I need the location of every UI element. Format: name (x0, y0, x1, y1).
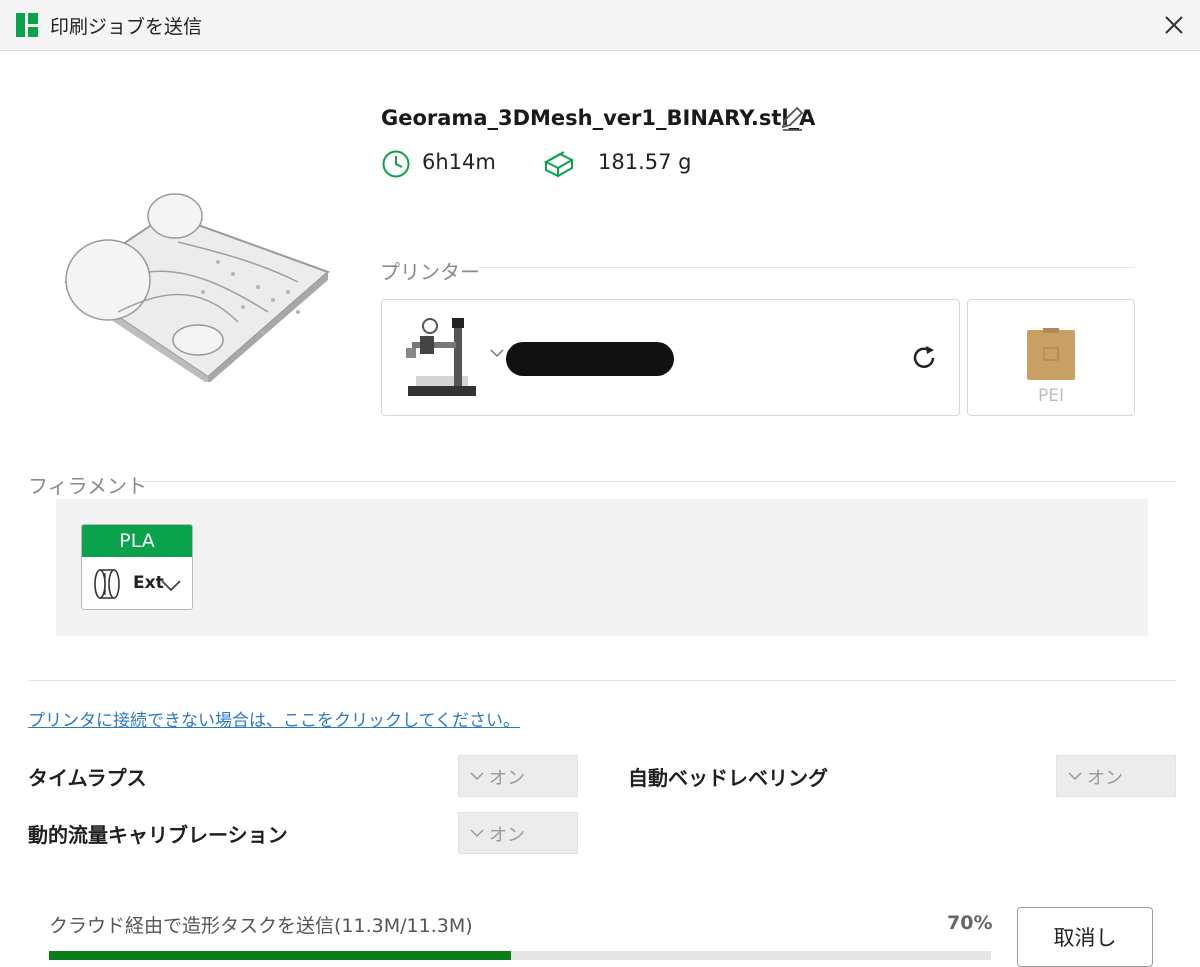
file-name: Georama_3DMesh_ver1_BINARY.stl_A (381, 106, 816, 130)
clock-icon (382, 150, 410, 178)
flow-calibration-value: オン (489, 825, 525, 846)
redacted-printer-name (506, 342, 674, 376)
filament-divider (136, 481, 1176, 482)
build-plate-selector[interactable]: PEI (967, 299, 1135, 416)
flow-calibration-dropdown[interactable]: オン (458, 812, 578, 854)
spool-icon (94, 569, 120, 599)
title-bar: 印刷ジョブを送信 (0, 0, 1200, 51)
timelapse-value: オン (489, 768, 525, 789)
chevron-down-icon (161, 580, 181, 592)
printer-section-label: プリンター (380, 260, 480, 284)
edit-pencil-icon[interactable] (778, 105, 806, 133)
cancel-button[interactable]: 取消し (1017, 907, 1153, 967)
bed-leveling-label: 自動ベッドレベリング (628, 766, 828, 790)
chevron-down-icon (1068, 772, 1082, 781)
pei-plate-image (1027, 328, 1075, 380)
filament-card[interactable]: PLA Ext (81, 524, 193, 610)
bed-leveling-value: オン (1087, 768, 1123, 789)
chevron-down-icon (490, 349, 504, 358)
window-title: 印刷ジョブを送信 (50, 16, 203, 38)
timelapse-label: タイムラプス (28, 766, 147, 790)
refresh-icon[interactable] (908, 342, 940, 374)
chevron-down-icon (470, 829, 484, 838)
chevron-down-icon (470, 772, 484, 781)
connection-help-link[interactable]: プリンタに接続できない場合は、ここをクリックしてください。 (28, 706, 520, 731)
upload-progress-bar (49, 951, 991, 960)
filament-section-label: フィラメント (28, 474, 147, 498)
bed-leveling-dropdown[interactable]: オン (1056, 755, 1176, 797)
filament-weight-icon (543, 151, 575, 178)
printer-image (406, 318, 476, 396)
upload-progress-percent: 70% (947, 912, 993, 934)
flow-calibration-label: 動的流量キャリブレーション (28, 823, 288, 847)
upload-progress-label: クラウド経由で造形タスクを送信(11.3M/11.3M) (49, 915, 473, 937)
printer-divider (478, 267, 1135, 268)
printer-selector[interactable] (381, 299, 960, 416)
options-divider (28, 680, 1176, 681)
plate-label: PEI (1037, 386, 1064, 406)
timelapse-dropdown[interactable]: オン (458, 755, 578, 797)
print-weight: 181.57 g (598, 150, 692, 174)
filament-panel: PLA Ext (56, 499, 1148, 636)
print-time: 6h14m (422, 150, 496, 174)
upload-progress-fill (49, 951, 511, 960)
filament-type: PLA (82, 525, 192, 557)
close-icon[interactable] (1158, 8, 1190, 42)
bambu-logo-icon (16, 13, 38, 37)
model-preview-image (64, 193, 330, 382)
